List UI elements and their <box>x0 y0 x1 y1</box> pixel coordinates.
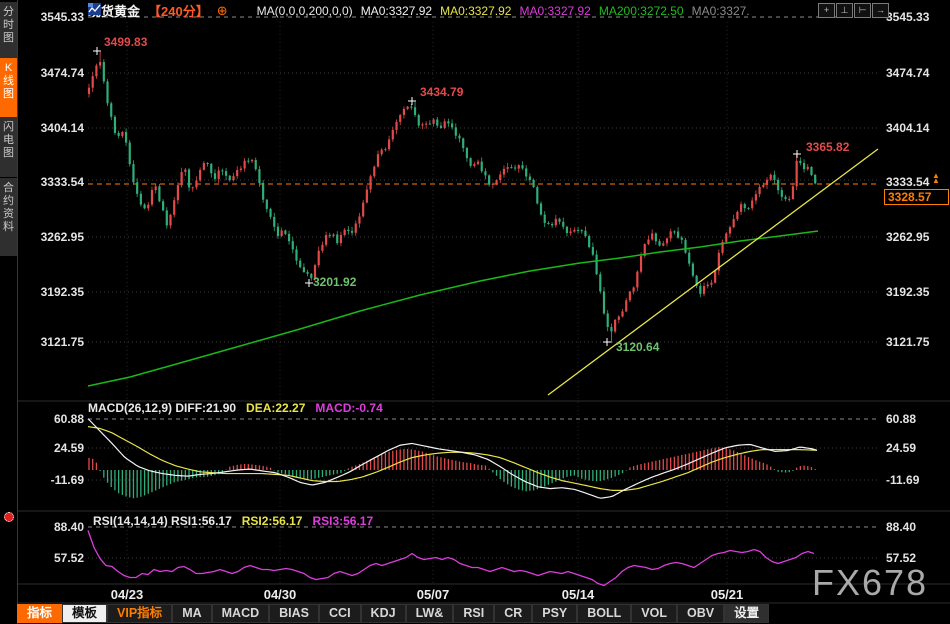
price-tick-label: 3545.33 <box>886 10 929 24</box>
indicator-value-label: MACD:-0.74 <box>315 401 382 415</box>
toolbar-button[interactable]: 模板 <box>63 605 106 622</box>
price-tick-label: 3121.75 <box>18 335 84 349</box>
pan-right-icon[interactable]: → <box>872 3 889 18</box>
ma-value-label: MA200:3272.50 <box>599 4 684 18</box>
toolbar-button[interactable]: VIP指标 <box>108 605 171 622</box>
price-tick-label: 3404.14 <box>886 121 929 135</box>
toolbar-button[interactable]: 指标 <box>18 605 61 622</box>
chart-toolbar-icons: +⊥⊢→ <box>818 3 889 18</box>
macd-tick-label: 60.88 <box>886 412 916 426</box>
chart-header: 现货黄金 【240分】 ⊕ MA(0,0,0,200,0,0) MA0:3327… <box>88 3 750 18</box>
toolbar-button[interactable]: RSI <box>454 605 493 622</box>
macd-tick-label: 24.59 <box>18 441 84 455</box>
indicator-value-label: RSI2:56.17 <box>242 514 303 528</box>
date-axis: 240分 ▲ 04/2304/3005/0705/1405/21 <box>0 586 950 602</box>
toolbar-button[interactable]: MA <box>173 605 210 622</box>
toolbar-button[interactable]: CCI <box>320 605 360 622</box>
date-label: 04/23 <box>111 587 144 602</box>
indicator-value-label: DEA:22.27 <box>246 401 305 415</box>
ma-value-label: MA0:3327. <box>692 4 750 18</box>
left-sidebar: 分时图K线图闪电图合约资料 <box>0 0 17 624</box>
price-tick-label: 3545.33 <box>18 10 84 24</box>
toolbar-button[interactable]: BOLL <box>578 605 630 622</box>
add-overlay-icon[interactable]: ⊕ <box>217 4 228 17</box>
ma-value-label: MA0:3327.92 <box>361 4 432 18</box>
price-up-arrow-icon: ▲▲ <box>932 173 940 183</box>
period-label[interactable]: 【240分】 <box>148 1 209 20</box>
price-annotation: 3365.82 <box>806 140 849 154</box>
axis-scale-right-icon[interactable]: ⊢ <box>854 3 871 18</box>
date-label: 05/21 <box>711 587 744 602</box>
ma-value-label: MA0:3327.92 <box>519 4 590 18</box>
rsi-tick-label: 57.52 <box>18 551 84 565</box>
toolbar-button[interactable]: 设置 <box>725 605 768 622</box>
indicator-value-label: RSI3:56.17 <box>312 514 373 528</box>
toolbar-button[interactable]: OBV <box>678 605 723 622</box>
macd-tick-label: 24.59 <box>886 441 916 455</box>
toolbar-button[interactable]: BIAS <box>270 605 318 622</box>
price-tick-label: 3404.14 <box>18 121 84 135</box>
toolbar-button[interactable]: VOL <box>632 605 676 622</box>
ma-values: MA0:3327.92 MA0:3327.92 MA0:3327.92 MA200:3… <box>361 4 750 18</box>
ma-formula-label: MA(0,0,0,200,0,0) <box>257 4 353 18</box>
sidebar-tab-active[interactable]: K线图 <box>0 58 17 118</box>
price-annotation: 3499.83 <box>104 35 147 49</box>
sidebar-tab-item[interactable]: 闪电图 <box>0 117 17 177</box>
toolbar-button[interactable]: KDJ <box>362 605 405 622</box>
price-tick-label: 3333.54 <box>18 175 84 189</box>
chart-canvas[interactable] <box>0 0 950 624</box>
sidebar-tab-item[interactable]: 分时图 <box>0 2 17 60</box>
price-tick-label: 3474.74 <box>886 66 929 80</box>
rsi-tick-label: 88.40 <box>18 520 84 534</box>
toolbar-button[interactable]: CR <box>495 605 531 622</box>
axis-scale-left-icon[interactable]: ⊥ <box>836 3 853 18</box>
indicator-value-label: RSI(14,14,14) RSI1:56.17 <box>93 514 232 528</box>
crosshair-tool-icon[interactable]: + <box>818 3 835 18</box>
toolbar-button[interactable]: PSY <box>533 605 576 622</box>
date-label: 05/14 <box>562 587 595 602</box>
last-price-badge: 3328.57 <box>884 189 949 205</box>
price-annotation: 3201.92 <box>313 275 356 289</box>
price-tick-label: 3262.95 <box>886 230 929 244</box>
price-tick-label: 3192.35 <box>886 285 929 299</box>
record-dot-icon[interactable] <box>4 512 14 522</box>
price-tick-label: 3333.54 <box>886 175 929 189</box>
price-tick-label: 3121.75 <box>886 335 929 349</box>
macd-tick-label: 60.88 <box>18 412 84 426</box>
app-window: 分时图K线图闪电图合约资料 现货黄金 【240分】 ⊕ MA(0,0,0,200… <box>0 0 950 624</box>
rsi-header: RSI(14,14,14) RSI1:56.17 RSI2:56.17 RSI3:5… <box>93 514 383 528</box>
price-tick-label: 3474.74 <box>18 66 84 80</box>
toolbar-button[interactable]: MACD <box>213 605 269 622</box>
price-annotation: 3120.64 <box>616 340 659 354</box>
indicator-value-label: MACD(26,12,9) DIFF:21.90 <box>88 401 236 415</box>
ma-value-label: MA0:3327.92 <box>440 4 511 18</box>
date-label: 05/07 <box>417 587 450 602</box>
macd-tick-label: -11.69 <box>886 473 919 487</box>
rsi-tick-label: 88.40 <box>886 520 916 534</box>
macd-header: MACD(26,12,9) DIFF:21.90 DEA:22.27 MACD:-0… <box>88 401 393 415</box>
chart-type-icon[interactable] <box>236 5 249 17</box>
toolbar-button[interactable]: LW& <box>407 605 453 622</box>
indicator-toolbar: 指标模板VIP指标MAMACDBIASCCIKDJLW&RSICRPSYBOLL… <box>18 605 768 622</box>
macd-tick-label: -11.69 <box>18 473 84 487</box>
date-label: 04/30 <box>264 587 297 602</box>
sidebar-tab-item[interactable]: 合约资料 <box>0 178 17 256</box>
price-annotation: 3434.79 <box>420 85 463 99</box>
price-tick-label: 3262.95 <box>18 230 84 244</box>
price-tick-label: 3192.35 <box>18 285 84 299</box>
